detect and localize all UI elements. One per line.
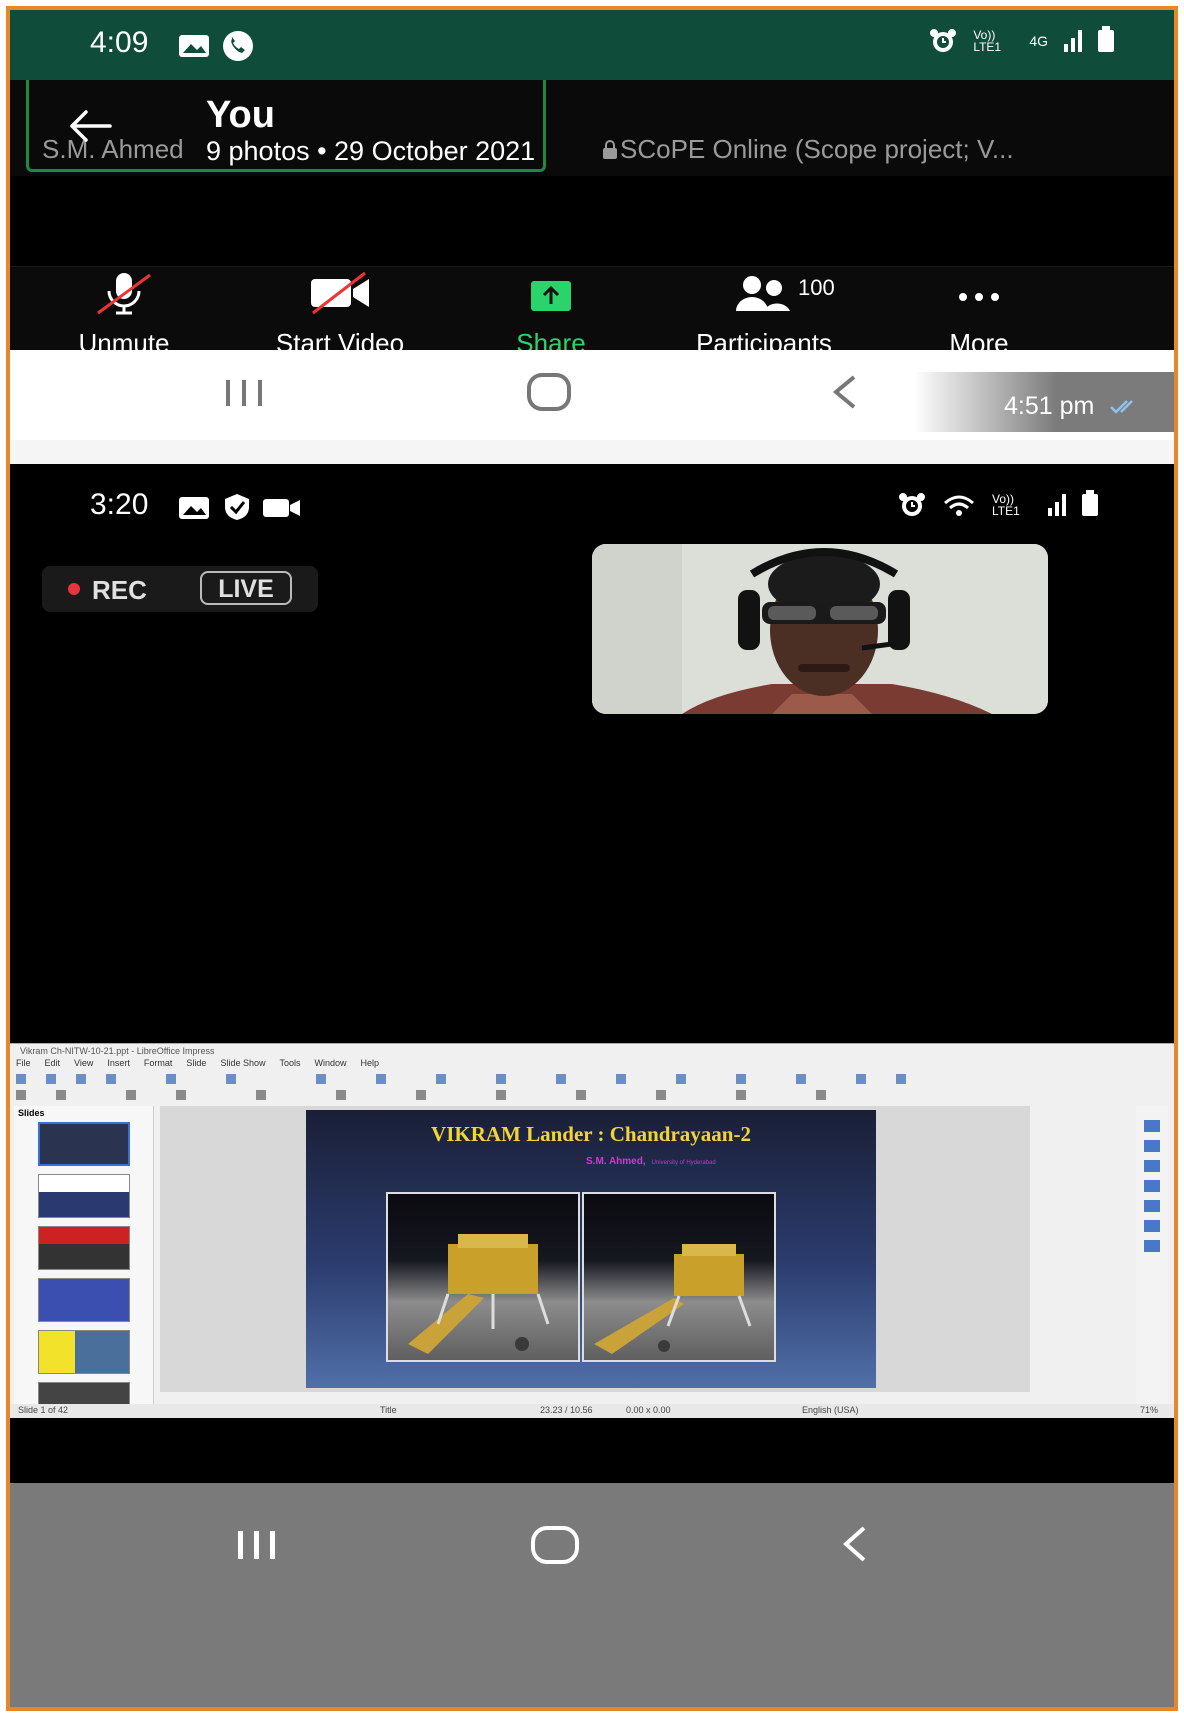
menu-view[interactable]: View <box>74 1058 93 1068</box>
home-icon-bottom[interactable] <box>530 1525 580 1570</box>
gallery-icon-2 <box>178 496 210 525</box>
status-slide-count: Slide 1 of 42 <box>18 1405 69 1415</box>
battery-icon <box>1098 26 1114 52</box>
participants-count: 100 <box>798 275 835 300</box>
alarm-icon-2 <box>899 493 925 516</box>
home-icon[interactable] <box>526 372 572 417</box>
slide-thumbnail-5[interactable] <box>38 1330 130 1374</box>
menu-help[interactable]: Help <box>361 1058 380 1068</box>
participants-button[interactable]: 100 Participants <box>674 271 854 359</box>
participant-video-image <box>592 544 1048 714</box>
volte-indicator: Vo)) LTE1 <box>973 28 1002 54</box>
rec-dot-icon <box>68 583 80 595</box>
slide-author-name: S.M. Ahmed, <box>586 1156 646 1167</box>
gallery-icon <box>178 34 210 63</box>
status-language: English (USA) <box>802 1405 859 1415</box>
menu-format[interactable]: Format <box>144 1058 173 1068</box>
back-icon-bottom[interactable] <box>840 1525 870 1568</box>
slides-panel-title: Slides <box>18 1108 45 1118</box>
screenshot-frame: 4:09 Vo)) LTE1 4G S.M. Ahmed SCoPE Onlin… <box>6 6 1178 1711</box>
rec-label: REC <box>92 575 147 605</box>
status-time: 4:09 <box>90 26 149 59</box>
network-gen: 4G <box>1029 33 1048 49</box>
meeting-title[interactable]: SCoPE Online (Scope project; V... <box>620 134 1014 165</box>
participants-icon <box>736 276 790 311</box>
lander-photo-left <box>386 1192 580 1362</box>
menu-slide[interactable]: Slide <box>186 1058 206 1068</box>
slide-title: VIKRAM Lander : Chandrayaan-2 <box>431 1122 751 1146</box>
signal-icon-2 <box>1048 494 1066 516</box>
menu-window[interactable]: Window <box>314 1058 346 1068</box>
slide-thumbnail-6[interactable] <box>38 1382 130 1406</box>
status-bar: 4:09 Vo)) LTE1 4G <box>10 10 1174 80</box>
volte-indicator-2: Vo)) LTE1 <box>992 492 1020 518</box>
signal-icon <box>1064 30 1082 52</box>
back-icon[interactable] <box>830 374 860 415</box>
recording-indicator: REC LIVE <box>42 566 318 612</box>
slide-thumbnail-3[interactable] <box>38 1226 130 1270</box>
back-arrow-icon[interactable] <box>66 108 112 144</box>
more-button[interactable]: More <box>934 271 1024 359</box>
share-icon <box>531 281 571 311</box>
status-position: 23.23 / 10.56 <box>540 1405 593 1415</box>
phone-call-icon <box>222 30 254 67</box>
slide-author: S.M. Ahmed, University of Hyderabad <box>586 1156 716 1167</box>
more-dots-icon <box>959 293 999 301</box>
android-nav-bar-bottom <box>10 1483 1174 1707</box>
sidebar-deck[interactable] <box>1136 1106 1168 1406</box>
menu-slide-show[interactable]: Slide Show <box>220 1058 265 1068</box>
status-zoom: 71% <box>1140 1405 1159 1415</box>
standard-toolbar[interactable] <box>16 1072 1134 1086</box>
current-slide[interactable]: VIKRAM Lander : Chandrayaan-2 S.M. Ahmed… <box>306 1110 876 1388</box>
video-camera-icon <box>262 496 302 525</box>
alarm-icon <box>930 29 957 52</box>
album-title: You <box>206 94 275 136</box>
share-button[interactable]: Share <box>496 271 606 359</box>
menu-insert[interactable]: Insert <box>107 1058 130 1068</box>
unmute-button[interactable]: Unmute <box>64 271 184 359</box>
slide-thumbnail-1[interactable] <box>38 1122 130 1166</box>
participant-video[interactable] <box>592 544 1048 714</box>
status-icons: Vo)) LTE1 4G <box>929 26 1114 54</box>
wifi-icon <box>944 495 974 516</box>
impress-menu-bar: File Edit View Insert Format Slide Slide… <box>16 1058 379 1068</box>
drawing-toolbar[interactable] <box>16 1088 1134 1102</box>
menu-file[interactable]: File <box>16 1058 31 1068</box>
muted-mic-icon <box>97 273 151 315</box>
lock-icon <box>602 140 618 165</box>
slide-thumbnail-2[interactable] <box>38 1174 130 1218</box>
divider-strip <box>10 440 1174 464</box>
zoom-toolbar: Unmute Start Video Share 100 Participant… <box>10 266 1174 358</box>
lander-photo-right <box>582 1192 776 1362</box>
shared-screen-impress: Vikram Ch-NITW-10-21.ppt - LibreOffice I… <box>10 1043 1174 1418</box>
slide-affiliation: University of Hyderabad <box>651 1160 716 1166</box>
chat-timestamp: 4:51 pm <box>914 372 1174 432</box>
host-name: S.M. Ahmed <box>42 134 184 164</box>
timestamp-text: 4:51 pm <box>1004 392 1095 420</box>
zoom-header: S.M. Ahmed SCoPE Online (Scope project; … <box>10 80 1174 176</box>
impress-status-bar: Slide 1 of 42 Title 23.23 / 10.56 0.00 x… <box>10 1404 1174 1418</box>
slides-panel: Slides <box>14 1106 154 1406</box>
status-icons-2: Vo)) LTE1 <box>898 490 1098 518</box>
recents-icon-bottom[interactable] <box>236 1529 278 1566</box>
menu-tools[interactable]: Tools <box>279 1058 300 1068</box>
live-badge[interactable]: LIVE <box>200 571 292 605</box>
impress-window-title: Vikram Ch-NITW-10-21.ppt - LibreOffice I… <box>20 1046 215 1056</box>
menu-edit[interactable]: Edit <box>45 1058 61 1068</box>
shield-check-icon <box>222 492 252 527</box>
video-off-icon <box>311 271 369 315</box>
status-layout: Title <box>380 1405 397 1415</box>
read-ticks-icon <box>1110 400 1134 414</box>
status-size: 0.00 x 0.00 <box>626 1405 671 1415</box>
status-time-2: 3:20 <box>90 488 149 521</box>
recents-icon[interactable] <box>224 378 264 413</box>
battery-icon-2 <box>1082 490 1098 516</box>
slide-thumbnail-4[interactable] <box>38 1278 130 1322</box>
album-meta: 9 photos • 29 October 2021 <box>206 136 536 166</box>
start-video-button[interactable]: Start Video <box>258 271 422 359</box>
